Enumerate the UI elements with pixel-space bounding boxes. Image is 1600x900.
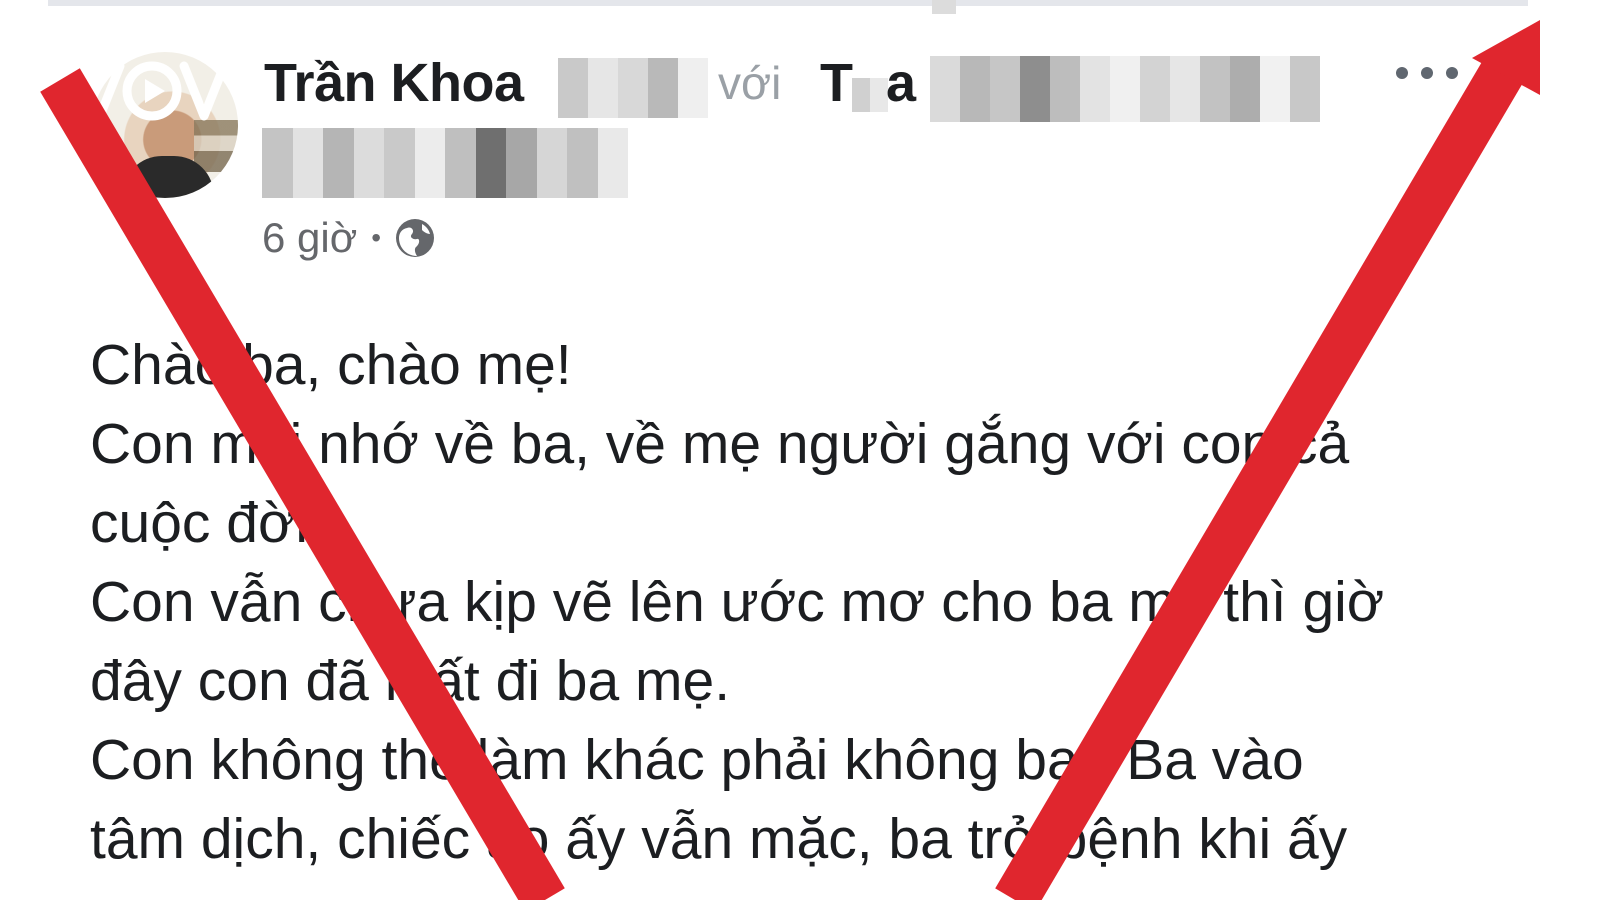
globe-icon[interactable]	[393, 216, 437, 260]
more-options-button[interactable]	[1396, 58, 1458, 88]
overlay-arrowhead	[1472, 20, 1540, 95]
post-body-line: tâm dịch, chiếc áo ấy vẫn mặc, ba trở bệ…	[90, 807, 1348, 871]
author-name[interactable]: Trần Khoa	[264, 52, 524, 114]
blurred-region	[558, 58, 708, 118]
post-body-line: Con mãi nhớ về ba, về mẹ người gắng với …	[90, 412, 1350, 476]
blurred-region	[930, 56, 1320, 122]
more-options-icon	[1421, 67, 1433, 79]
post-meta: 6 giờ •	[262, 214, 437, 262]
more-options-icon	[1446, 67, 1458, 79]
post-body-line: Con vẫn chưa kịp vẽ lên ước mơ cho ba mẹ…	[90, 570, 1385, 634]
vov-logo	[75, 61, 229, 121]
tagged-name-start[interactable]: T	[820, 52, 853, 114]
with-word: với	[718, 57, 782, 109]
post-body: Chào ba, chào mẹ! Con mãi nhớ về ba, về …	[90, 326, 1510, 879]
post-body-line: cuộc đời	[90, 491, 308, 555]
top-divider-nub	[932, 0, 956, 14]
blurred-region	[262, 128, 628, 198]
post-body-line: đây con đã mất đi ba mẹ.	[90, 649, 731, 713]
blurred-region	[852, 78, 888, 112]
post-body-line: Con không thể làm khác phải không ba? Ba…	[90, 728, 1304, 792]
top-divider	[48, 0, 1528, 6]
more-options-icon	[1396, 67, 1408, 79]
meta-separator: •	[371, 222, 382, 253]
tagged-name-end[interactable]: a	[886, 52, 916, 114]
post-body-line: Chào ba, chào mẹ!	[90, 333, 572, 397]
post-timestamp[interactable]: 6 giờ	[262, 214, 357, 262]
post-screenshot: Trần Khoa với T a 6 giờ • Chào ba, chào …	[0, 0, 1600, 900]
